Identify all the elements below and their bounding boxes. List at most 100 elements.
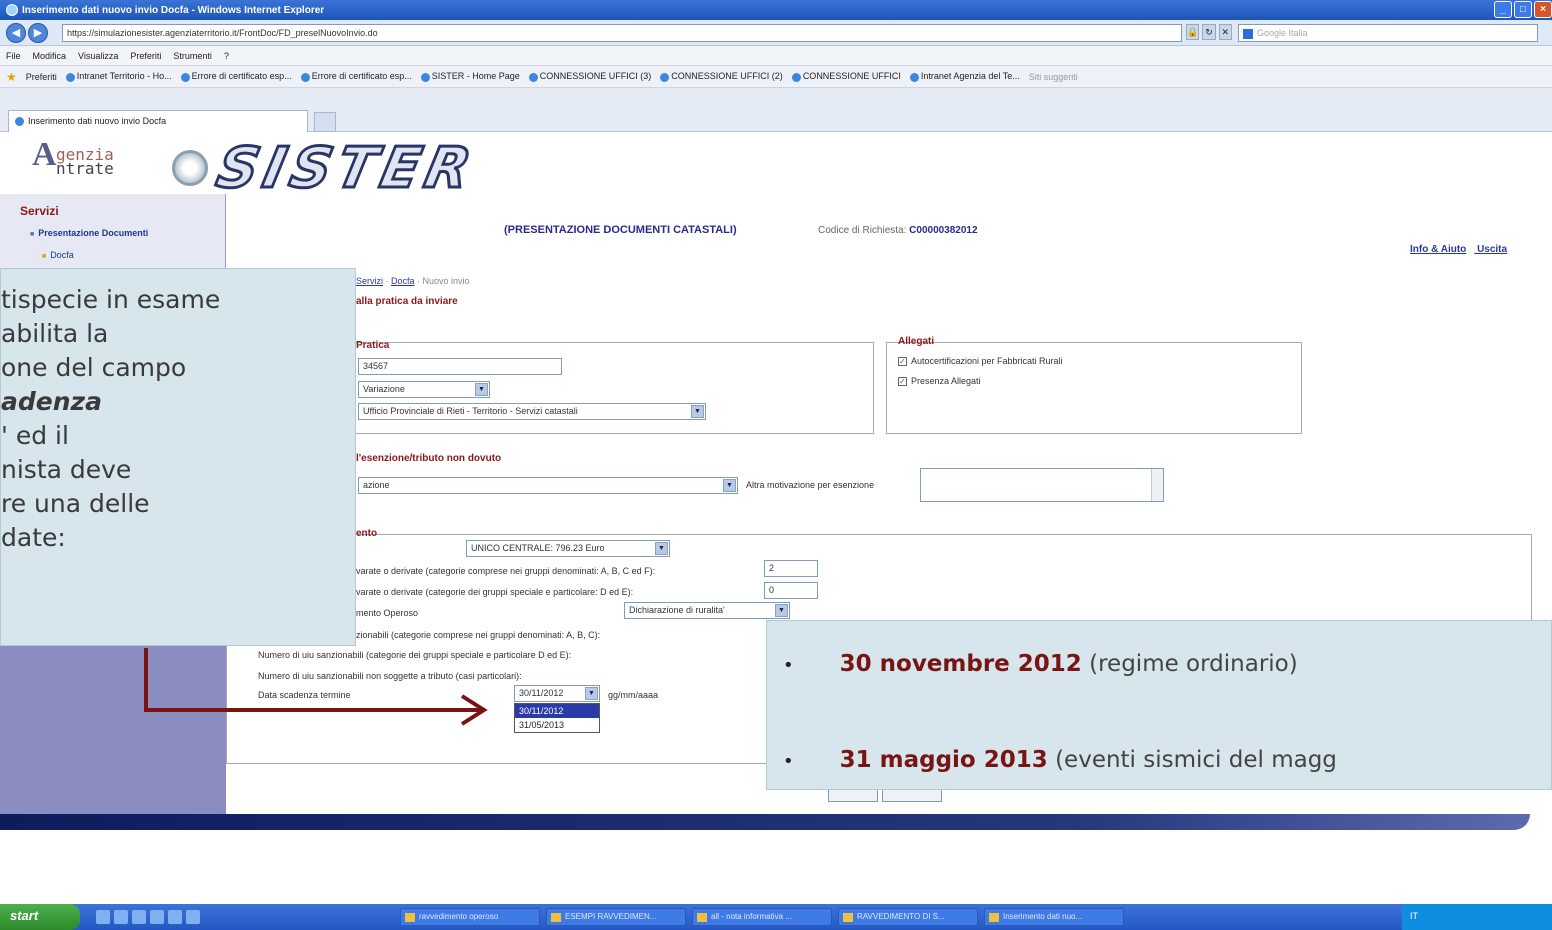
allegati-heading: Allegati [898, 336, 935, 347]
callout-line: nista deve [1, 455, 132, 484]
minimize-button[interactable]: _ [1494, 1, 1512, 18]
row6-label: Numero di uiu sanzionabili non soggette … [258, 671, 522, 681]
taskbar-item[interactable]: ravvedimento operoso [400, 908, 540, 926]
esenzione-select[interactable]: azione ▼ [358, 477, 738, 494]
back-icon[interactable]: ◀ [6, 23, 26, 43]
window-title: Inserimento dati nuovo invio Docfa - Win… [22, 4, 325, 16]
taskbar-item[interactable]: RAVVEDIMENTO DI S... [838, 908, 978, 926]
request-code: Codice di Richiesta: C00000382012 [818, 225, 978, 236]
pratica-type-select[interactable]: Variazione ▼ [358, 381, 490, 398]
checkbox-icon[interactable]: ✓ [898, 377, 907, 387]
url-input[interactable]: https://simulazionesister.agenziaterrito… [62, 24, 1182, 42]
callout-line: one del campo [1, 353, 187, 382]
callout-line: ' ed il [1, 421, 69, 450]
checkbox-icon[interactable]: ✓ [898, 357, 907, 367]
lock-icon[interactable]: 🔒 [1186, 24, 1200, 40]
stop-icon[interactable]: ✕ [1218, 24, 1232, 40]
breadcrumb: Servizi · Docfa · Nuovo invio [356, 276, 470, 286]
favorite-item[interactable]: SISTER - Home Page [420, 71, 520, 82]
taskbar-tasks: ravvedimento operoso ESEMPI RAVVEDIMEN..… [400, 908, 1124, 926]
quicklaunch-icon[interactable] [150, 910, 164, 924]
taskbar-item[interactable]: Inserimento dati nuo... [984, 908, 1124, 926]
quicklaunch-icon[interactable] [186, 910, 200, 924]
taskbar-item[interactable]: all - nota informativa ... [692, 908, 832, 926]
row1-input[interactable]: 2 [764, 560, 818, 577]
page-icon [65, 72, 75, 82]
favorites-star-icon[interactable]: ★ [6, 70, 17, 84]
scrollbar[interactable] [1151, 469, 1163, 501]
breadcrumb-servizi[interactable]: Servizi [356, 276, 383, 286]
date-item: 30 novembre 2012 (regime ordinario) [783, 651, 1298, 677]
tab-active[interactable]: Inserimento dati nuovo invio Docfa [8, 110, 308, 132]
quicklaunch-icon[interactable] [114, 910, 128, 924]
favorites-label[interactable]: Preferiti [26, 72, 57, 82]
start-button[interactable]: start [0, 904, 80, 930]
emblem-icon [172, 150, 208, 186]
favorite-item[interactable]: Siti suggeriti [1029, 72, 1078, 82]
maximize-button[interactable]: □ [1514, 1, 1532, 18]
favorite-item[interactable]: CONNESSIONE UFFICI (3) [528, 71, 651, 82]
search-input[interactable]: Google Italia [1238, 24, 1538, 42]
row2-input[interactable]: 0 [764, 582, 818, 599]
section-main-title: alla pratica da inviare [356, 296, 458, 307]
menu-file[interactable]: File [6, 51, 21, 61]
close-button[interactable]: × [1534, 1, 1552, 18]
favorite-item[interactable]: Errore di certificato esp... [300, 71, 412, 82]
favorite-item[interactable]: Intranet Territorio - Ho... [65, 71, 172, 82]
favorite-item[interactable]: CONNESSIONE UFFICI (2) [660, 71, 783, 82]
deadline-options: 30/11/2012 31/05/2013 [514, 703, 600, 733]
quicklaunch-icon[interactable] [96, 910, 110, 924]
menu-help[interactable]: ? [224, 51, 229, 61]
footer-bar [0, 814, 1530, 830]
chevron-down-icon: ▼ [655, 542, 668, 555]
pratica-heading: Pratica [356, 340, 390, 351]
page-icon [15, 117, 24, 127]
sidebar-item-presentazione[interactable]: Presentazione Documenti [30, 228, 148, 238]
deadline-option[interactable]: 31/05/2013 [515, 718, 599, 732]
taskbar-item[interactable]: ESEMPI RAVVEDIMEN... [546, 908, 686, 926]
info-link[interactable]: Info & Aiuto [1410, 244, 1466, 255]
callout-line: date: [1, 523, 66, 552]
favorite-item[interactable]: Intranet Agenzia del Te... [909, 71, 1020, 82]
address-bar: ◀ ▶ https://simulazionesister.agenziater… [0, 20, 1552, 46]
favorite-item[interactable]: Errore di certificato esp... [180, 71, 292, 82]
row2-label: varate o derivate (categorie dei gruppi … [356, 587, 634, 597]
allegati-checkbox-autocert[interactable]: ✓ Autocertificazioni per Fabbricati Rural… [898, 356, 1063, 367]
callout-line: adenza [1, 387, 102, 416]
breadcrumb-docfa[interactable]: Docfa [391, 276, 415, 286]
page-icon [660, 72, 670, 82]
new-tab-button[interactable] [314, 112, 336, 132]
deadline-option[interactable]: 30/11/2012 [515, 704, 599, 718]
sister-logo: SISTER [210, 135, 484, 203]
menu-modifica[interactable]: Modifica [33, 51, 67, 61]
ravvedimento-select[interactable]: Dichiarazione di ruralita' ▼ [624, 602, 790, 619]
quicklaunch-icon[interactable] [168, 910, 182, 924]
forward-icon[interactable]: ▶ [28, 23, 48, 43]
row1-label: varate o derivate (categorie comprese ne… [356, 566, 656, 576]
favorite-item[interactable]: CONNESSIONE UFFICI [791, 71, 901, 82]
pratica-number-input[interactable]: 34567 [358, 358, 562, 375]
callout-line: abilita la [1, 319, 109, 348]
menu-preferiti[interactable]: Preferiti [130, 51, 161, 61]
chevron-down-icon: ▼ [585, 687, 598, 700]
deadline-select[interactable]: 30/11/2012 ▼ [514, 685, 600, 702]
refresh-icon[interactable]: ↻ [1202, 24, 1216, 40]
office-select[interactable]: Ufficio Provinciale di Rieti - Territori… [358, 403, 706, 420]
altra-motivazione-label: Altra motivazione per esenzione [746, 480, 875, 490]
ie-icon [6, 4, 18, 16]
menu-strumenti[interactable]: Strumenti [173, 51, 212, 61]
page-icon [420, 72, 430, 82]
quicklaunch-icon[interactable] [132, 910, 146, 924]
altra-motivazione-textarea[interactable] [920, 468, 1164, 502]
chevron-down-icon: ▼ [691, 405, 704, 418]
page-icon [300, 72, 310, 82]
deadline-format: gg/mm/aaaa [608, 690, 659, 700]
allegati-checkbox-presenza[interactable]: ✓ Presenza Allegati [898, 376, 981, 387]
amount-select[interactable]: UNICO CENTRALE: 796.23 Euro ▼ [466, 540, 670, 557]
exit-link[interactable]: Uscita [1477, 244, 1507, 255]
menu-visualizza[interactable]: Visualizza [78, 51, 118, 61]
sidebar-item-docfa[interactable]: Docfa [42, 250, 74, 260]
pagamento-heading: ento [356, 528, 378, 539]
dates-callout: 30 novembre 2012 (regime ordinario) 31 m… [766, 620, 1552, 790]
callout-line: tispecie in esame [1, 285, 221, 314]
